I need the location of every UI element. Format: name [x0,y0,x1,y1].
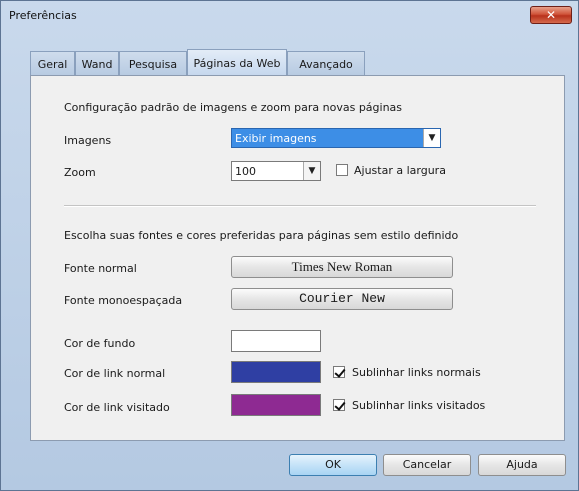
title-bar: Preferências ✕ [1,1,578,29]
underline-links-checkbox[interactable] [333,366,345,378]
zoom-label: Zoom [64,166,96,179]
close-button[interactable]: ✕ [530,6,572,24]
underline-links-label: Sublinhar links normais [352,366,481,379]
bg-color-swatch[interactable] [231,330,321,352]
help-button[interactable]: Ajuda [478,454,566,476]
visited-color-swatch[interactable] [231,394,321,416]
fit-width-label: Ajustar a largura [354,164,446,177]
window-title: Preferências [9,9,77,22]
ok-button[interactable]: OK [289,454,377,476]
link-color-label: Cor de link normal [64,367,166,380]
images-zoom-heading: Configuração padrão de imagens e zoom pa… [64,101,403,114]
section-divider [64,205,536,207]
zoom-select-value: 100 [235,165,256,178]
underline-visited-checkbox[interactable] [333,399,345,411]
chevron-down-icon: ▼ [303,162,320,180]
zoom-select[interactable]: 100 ▼ [231,161,321,181]
images-select-value: Exibir imagens [235,132,317,145]
bg-color-label: Cor de fundo [64,337,136,350]
visited-color-label: Cor de link visitado [64,401,170,414]
fonts-colors-heading: Escolha suas fontes e cores preferidas p… [64,229,459,242]
tab-geral[interactable]: Geral [30,51,75,75]
images-label: Imagens [64,134,112,147]
tab-pesquisa[interactable]: Pesquisa [119,51,187,75]
close-icon: ✕ [545,8,557,22]
normal-font-label: Fonte normal [64,262,137,275]
web-pages-panel: Configuração padrão de imagens e zoom pa… [30,75,565,441]
fit-width-checkbox[interactable] [336,164,348,176]
chevron-down-icon: ▼ [423,129,440,147]
normal-font-button[interactable]: Times New Roman [231,256,453,278]
underline-visited-label: Sublinhar links visitados [352,399,486,412]
images-select[interactable]: Exibir imagens ▼ [231,128,441,148]
tab-wand[interactable]: Wand [75,51,119,75]
mono-font-label: Fonte monoespaçada [64,294,183,307]
tab-paginas-da-web[interactable]: Páginas da Web [187,49,287,75]
mono-font-button[interactable]: Courier New [231,288,453,310]
link-color-swatch[interactable] [231,361,321,383]
cancel-button[interactable]: Cancelar [383,454,471,476]
preferences-dialog: Preferências ✕ Geral Wand Pesquisa Págin… [0,0,579,491]
tab-avancado[interactable]: Avançado [287,51,365,75]
